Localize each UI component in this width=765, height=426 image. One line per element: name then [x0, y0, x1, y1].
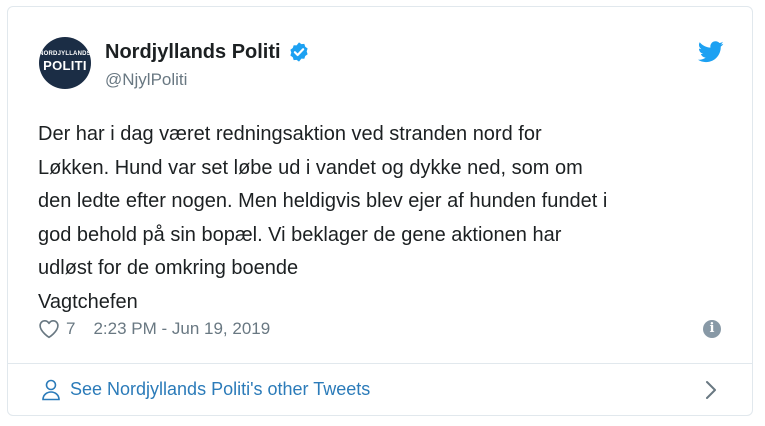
heart-icon[interactable] — [38, 319, 60, 339]
twitter-bird-icon[interactable] — [698, 41, 724, 63]
author-name-row: Nordjyllands Politi — [105, 40, 310, 64]
tweet-text-line: udløst for de omkring boende — [38, 257, 299, 279]
avatar-main-text: POLITI — [43, 58, 87, 73]
tweet-text-line: den ledte efter nogen. Men heldigvis ble… — [38, 190, 608, 212]
like-count: 7 — [66, 319, 76, 338]
avatar[interactable]: NORDJYLLANDS POLITI — [39, 37, 91, 89]
tweet-text-line: Der har i dag været redningsaktion ved s… — [38, 123, 542, 145]
tweet-text: Der har i dag været redningsaktion ved s… — [38, 118, 738, 319]
tweet-header: NORDJYLLANDS POLITI Nordjyllands Politi … — [8, 7, 752, 107]
chevron-right-icon[interactable] — [704, 380, 718, 400]
person-icon — [42, 379, 60, 401]
verified-badge-icon — [289, 42, 308, 62]
info-icon[interactable]: i — [703, 320, 721, 338]
author-name[interactable]: Nordjyllands Politi — [105, 41, 281, 64]
avatar-top-text: NORDJYLLANDS — [39, 51, 91, 57]
tweet-card: NORDJYLLANDS POLITI Nordjyllands Politi … — [7, 6, 753, 416]
tweet-text-line: Løkken. Hund var set løbe ud i vandet og… — [38, 156, 583, 179]
tweet-text-line: Vagtchefen — [38, 290, 138, 313]
tweet-timestamp[interactable]: 2:23 PM - Jun 19, 2019 — [93, 319, 270, 339]
author-handle[interactable]: @NjylPoliti — [105, 70, 187, 90]
see-other-tweets-label[interactable]: See Nordjyllands Politi's other Tweets — [70, 379, 370, 400]
tweet-text-line: god behold på sin bopæl. Vi beklager de … — [38, 223, 562, 246]
see-other-tweets-link[interactable]: See Nordjyllands Politi's other Tweets — [8, 364, 752, 416]
tweet-meta: 7 2:23 PM - Jun 19, 2019 — [38, 317, 270, 341]
